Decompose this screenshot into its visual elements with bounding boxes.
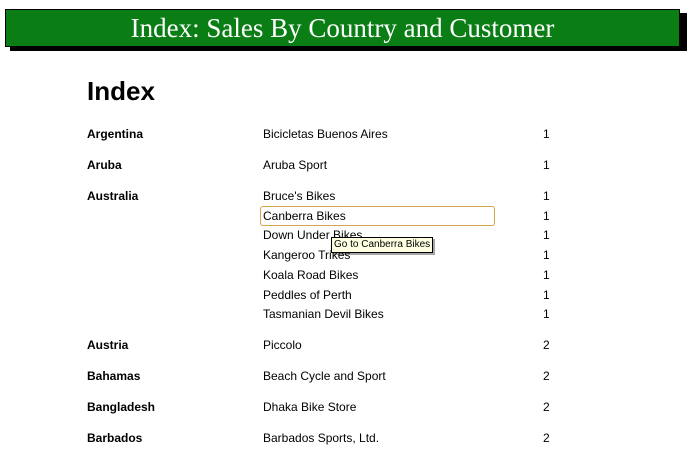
country-label: Argentina xyxy=(87,127,144,141)
customer-link[interactable]: Barbados Sports, Ltd. xyxy=(263,431,379,445)
page-number-link[interactable]: 2 xyxy=(543,431,550,445)
link-tooltip: Go to Canberra Bikes xyxy=(331,237,434,253)
customer-link[interactable]: Canberra Bikes xyxy=(263,209,346,223)
customer-link[interactable]: Piccolo xyxy=(263,338,302,352)
country-label: Bangladesh xyxy=(87,400,156,414)
customer-link[interactable]: Aruba Sport xyxy=(263,158,327,172)
page-number-link[interactable]: 1 xyxy=(543,209,550,223)
page-number-link[interactable]: 1 xyxy=(543,189,550,203)
customer-link[interactable]: Beach Cycle and Sport xyxy=(263,369,386,383)
page-number-link[interactable]: 2 xyxy=(543,338,550,352)
customer-link[interactable]: Tasmanian Devil Bikes xyxy=(263,307,384,321)
customer-link[interactable]: Peddles of Perth xyxy=(263,288,352,302)
page-number-link[interactable]: 1 xyxy=(543,228,550,242)
customer-link[interactable]: Bruce's Bikes xyxy=(263,189,335,203)
customer-link[interactable]: Bicicletas Buenos Aires xyxy=(263,127,388,141)
country-label: Bahamas xyxy=(87,369,141,383)
page-number-link[interactable]: 1 xyxy=(543,268,550,282)
page-number-link[interactable]: 1 xyxy=(543,248,550,262)
page-number-link[interactable]: 1 xyxy=(543,127,550,141)
page-number-link[interactable]: 1 xyxy=(543,288,550,302)
page-number-link[interactable]: 2 xyxy=(543,369,550,383)
country-label: Austria xyxy=(87,338,129,352)
country-label: Barbados xyxy=(87,431,143,445)
page-number-link[interactable]: 1 xyxy=(543,307,550,321)
index-list: Argentina Bicicletas Buenos Aires 1 Aruba Ar… xyxy=(0,0,696,456)
country-label: Aruba xyxy=(87,158,122,172)
page-number-link[interactable]: 1 xyxy=(543,158,550,172)
country-label: Australia xyxy=(87,189,139,203)
page-number-link[interactable]: 2 xyxy=(543,400,550,414)
customer-link[interactable]: Koala Road Bikes xyxy=(263,268,358,282)
customer-link[interactable]: Dhaka Bike Store xyxy=(263,400,356,414)
